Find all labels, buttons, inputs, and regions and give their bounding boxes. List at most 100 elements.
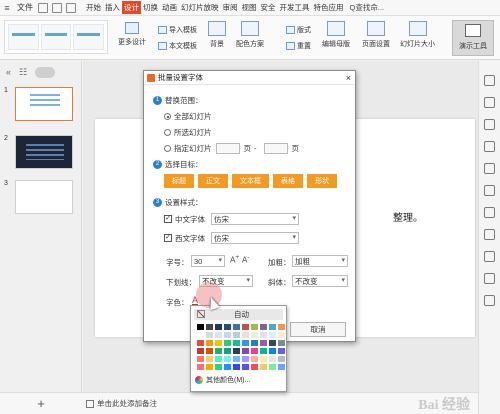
- color-swatch[interactable]: [215, 348, 222, 354]
- tab-slideshow[interactable]: 幻灯片放映: [179, 1, 221, 14]
- slide-thumb-3[interactable]: 3: [4, 180, 73, 214]
- color-swatch[interactable]: [233, 364, 240, 370]
- size-select[interactable]: 30: [191, 255, 225, 267]
- slide-text[interactable]: 整理。: [393, 209, 423, 224]
- color-swatch[interactable]: [224, 340, 231, 346]
- auto-color-option[interactable]: 自动: [194, 309, 283, 320]
- color-swatch[interactable]: [260, 332, 267, 338]
- color-swatch[interactable]: [242, 356, 249, 362]
- color-swatch[interactable]: [278, 332, 285, 338]
- target-textbox-button[interactable]: 文本框: [232, 174, 269, 188]
- color-swatch[interactable]: [197, 324, 204, 330]
- slide-thumb-2[interactable]: 2: [4, 135, 73, 169]
- color-swatch[interactable]: [224, 356, 231, 362]
- radio-specified-slides[interactable]: 指定幻灯片 页 - 页: [164, 143, 299, 154]
- color-swatch[interactable]: [206, 348, 213, 354]
- color-swatch[interactable]: [242, 364, 249, 370]
- picture-icon[interactable]: [484, 229, 495, 240]
- edit-master-button[interactable]: 编辑母版: [322, 21, 350, 49]
- color-swatch[interactable]: [269, 324, 276, 330]
- tab-security[interactable]: 安全: [259, 1, 278, 14]
- add-note[interactable]: 单击此处添加备注: [82, 398, 157, 409]
- animation-icon[interactable]: [484, 119, 495, 130]
- background-button[interactable]: 背景: [208, 21, 226, 49]
- target-body-button[interactable]: 正文: [198, 174, 228, 188]
- color-swatch[interactable]: [242, 348, 249, 354]
- tab-design[interactable]: 设计: [122, 1, 141, 14]
- tab-home[interactable]: 开始: [84, 1, 103, 14]
- color-swatch[interactable]: [242, 332, 249, 338]
- color-swatch[interactable]: [233, 340, 240, 346]
- design-thumb[interactable]: [8, 24, 39, 50]
- color-swatch[interactable]: [206, 340, 213, 346]
- settings-icon[interactable]: [484, 295, 495, 306]
- page-setup-button[interactable]: 页面设置: [362, 21, 390, 49]
- text-icon[interactable]: [484, 251, 495, 262]
- property-icon[interactable]: [484, 75, 495, 86]
- collapse-icon[interactable]: «: [6, 67, 11, 77]
- body-template-button[interactable]: 本文模板: [158, 41, 197, 51]
- color-swatch[interactable]: [206, 332, 213, 338]
- crop-icon[interactable]: [484, 207, 495, 218]
- color-swatch[interactable]: [224, 348, 231, 354]
- color-swatch[interactable]: [251, 348, 258, 354]
- more-colors-option[interactable]: 其他颜色(M)...: [195, 375, 286, 385]
- color-swatch[interactable]: [206, 324, 213, 330]
- reset-button[interactable]: 重置: [286, 41, 311, 51]
- tab-special[interactable]: 特色应用: [312, 1, 346, 14]
- target-table-button[interactable]: 表格: [273, 174, 303, 188]
- color-swatch[interactable]: [215, 324, 222, 330]
- color-swatch[interactable]: [242, 324, 249, 330]
- color-swatch[interactable]: [215, 356, 222, 362]
- color-swatch[interactable]: [251, 324, 258, 330]
- file-menu[interactable]: 文件: [14, 2, 36, 13]
- color-swatch[interactable]: [260, 340, 267, 346]
- more-design-button[interactable]: 更多设计: [112, 22, 152, 52]
- list-view-icon[interactable]: ☷: [19, 67, 27, 78]
- color-swatch[interactable]: [278, 348, 285, 354]
- radio-selected-slides[interactable]: 所选幻灯片: [164, 127, 212, 138]
- color-swatch[interactable]: [224, 364, 231, 370]
- color-swatch[interactable]: [260, 348, 267, 354]
- search-command[interactable]: Q查找命...: [350, 2, 385, 13]
- add-slide-button[interactable]: +: [0, 396, 82, 411]
- undo-icon[interactable]: [66, 2, 76, 13]
- color-swatch[interactable]: [215, 364, 222, 370]
- thumbnail-toggle[interactable]: [35, 66, 56, 78]
- save-icon[interactable]: [38, 2, 48, 13]
- bold-select[interactable]: 加粗: [292, 255, 348, 267]
- present-tools-button[interactable]: 演示工具: [452, 20, 494, 56]
- page-to-input[interactable]: [263, 143, 288, 154]
- color-swatch[interactable]: [197, 332, 204, 338]
- color-swatch[interactable]: [224, 332, 231, 338]
- design-thumb[interactable]: [40, 24, 72, 50]
- color-swatch[interactable]: [278, 340, 285, 346]
- color-swatch[interactable]: [233, 332, 240, 338]
- color-swatch[interactable]: [278, 324, 285, 330]
- color-swatch[interactable]: [197, 348, 204, 354]
- tab-view[interactable]: 视图: [240, 1, 259, 14]
- color-swatch[interactable]: [251, 340, 258, 346]
- design-gallery[interactable]: [4, 20, 108, 54]
- color-swatch[interactable]: [278, 356, 285, 362]
- layout-button[interactable]: 版式: [286, 25, 311, 35]
- color-swatch[interactable]: [251, 356, 258, 362]
- share-icon[interactable]: [484, 185, 495, 196]
- menu-icon[interactable]: ≡: [0, 3, 14, 13]
- color-swatch[interactable]: [278, 364, 285, 370]
- color-swatch[interactable]: [251, 332, 258, 338]
- import-template-button[interactable]: 导入模板: [158, 25, 197, 35]
- color-swatch[interactable]: [233, 324, 240, 330]
- tab-review[interactable]: 审阅: [221, 1, 240, 14]
- tab-developer[interactable]: 开发工具: [278, 1, 312, 14]
- grow-font-icon[interactable]: A+: [230, 254, 239, 265]
- radio-all-slides[interactable]: 全部幻灯片: [164, 111, 212, 122]
- color-swatch[interactable]: [260, 324, 267, 330]
- color-swatch[interactable]: [233, 348, 240, 354]
- color-swatch[interactable]: [269, 340, 276, 346]
- target-shape-button[interactable]: 形状: [307, 174, 337, 188]
- color-swatch[interactable]: [233, 356, 240, 362]
- color-swatch[interactable]: [251, 364, 258, 370]
- color-swatch[interactable]: [224, 324, 231, 330]
- history-icon[interactable]: [484, 273, 495, 284]
